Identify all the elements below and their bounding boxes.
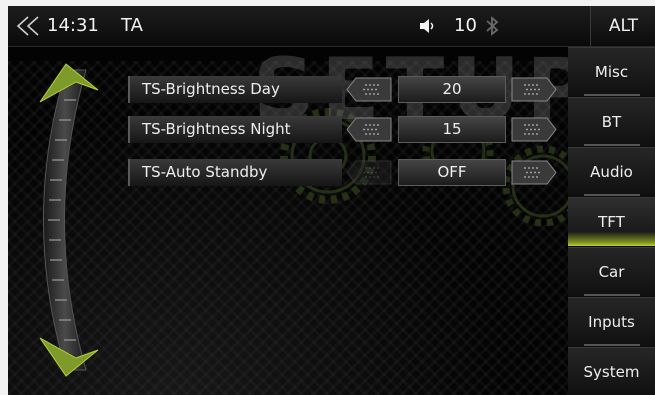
setting-value: 20 [398,76,506,103]
status-bar: 14:31 TA 10 ALT [8,6,655,47]
tab-bt[interactable]: BT [568,97,655,146]
clock-time: 14:31 [47,15,99,36]
increase-button[interactable] [511,117,557,142]
tab-divider [584,94,640,96]
setting-label: TS-Brightness Night [128,116,342,143]
tab-audio[interactable]: Audio [568,147,655,196]
head-unit-screen: SETUP 14:31 TA 10 ALT [8,6,655,395]
decrease-button[interactable] [346,117,392,142]
volume-level: 10 [454,15,477,36]
back-chevron-icon[interactable] [12,12,42,40]
increase-button[interactable] [511,160,557,185]
tab-misc[interactable]: Misc [568,47,655,96]
tab-divider [584,144,640,146]
decrease-button[interactable] [346,77,392,102]
tab-inputs[interactable]: Inputs [568,297,655,346]
tab-car[interactable]: Car [568,247,655,296]
setting-value: OFF [398,159,506,186]
tab-system[interactable]: System [568,347,655,395]
scroll-arc[interactable] [26,50,126,390]
decrease-button[interactable] [346,160,392,185]
increase-button[interactable] [511,77,557,102]
category-tabs: Misc BT Audio TFT Car Inputs System [568,47,655,395]
setting-label: TS-Brightness Day [128,76,342,103]
ta-indicator: TA [121,15,143,36]
tab-divider [584,194,640,196]
tab-divider [584,294,640,296]
alt-button[interactable]: ALT [590,6,655,46]
bluetooth-icon [486,16,499,36]
tab-tft[interactable]: TFT [568,197,655,246]
setting-value: 15 [398,116,506,143]
setting-label: TS-Auto Standby [128,159,342,186]
tab-divider [584,344,640,346]
speaker-icon [420,19,434,33]
